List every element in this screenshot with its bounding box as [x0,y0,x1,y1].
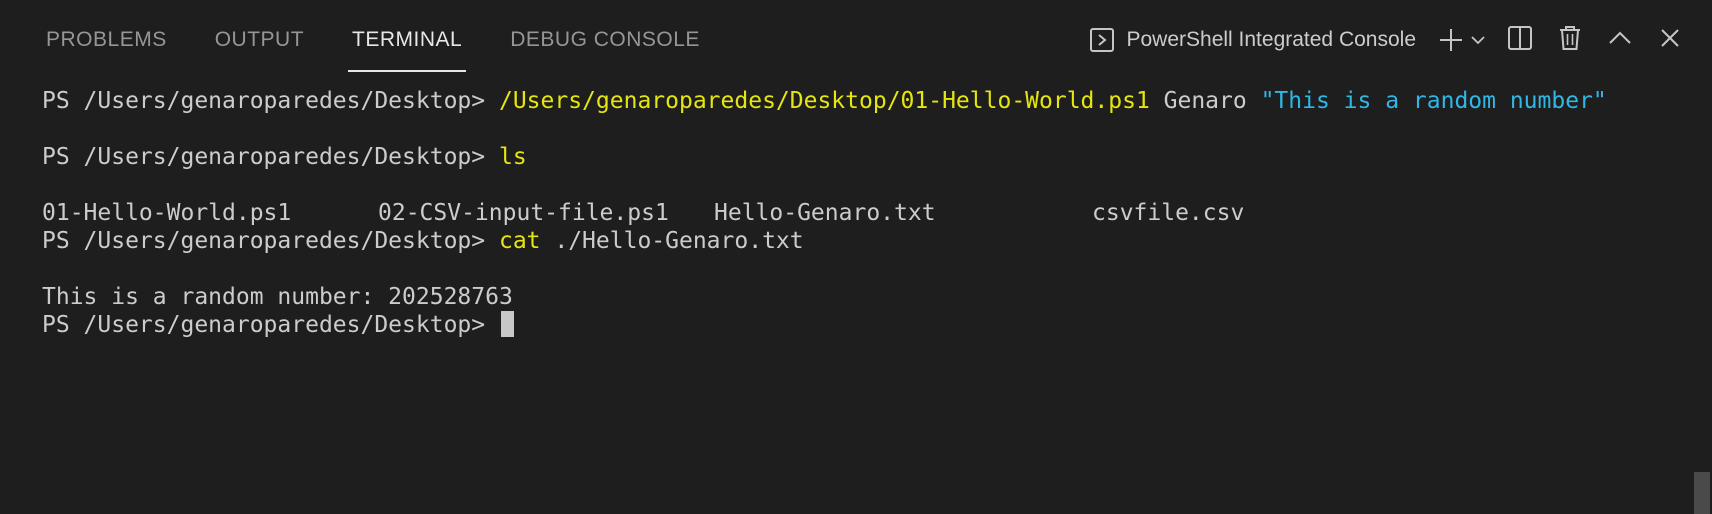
terminal-name: PowerShell Integrated Console [1126,28,1416,51]
terminal-line: PS /Users/genaroparedes/Desktop> [42,311,1682,339]
panel-header: PROBLEMS OUTPUT TERMINAL DEBUG CONSOLE P… [0,0,1712,80]
panel-actions: PowerShell Integrated Console [1090,0,1712,80]
split-terminal-button[interactable] [1500,20,1540,60]
string-argument: "This is a random number" [1260,88,1607,114]
tab-terminal[interactable]: TERMINAL [348,0,467,80]
new-terminal-button[interactable] [1436,20,1490,60]
chevron-up-icon [1608,31,1632,50]
file-entry: 02-CSV-input-file.ps1 [378,200,669,226]
command-output: This is a random number: 202528763 [42,284,513,310]
terminal-line: PS /Users/genaroparedes/Desktop> cat ./H… [42,227,1682,255]
terminal-icon [1090,28,1115,52]
terminal-scrollbar[interactable] [1692,80,1712,514]
command-text: /Users/genaroparedes/Desktop/01-Hello-Wo… [498,88,1150,114]
terminal-line: PS /Users/genaroparedes/Desktop> ls [42,143,1682,171]
maximize-panel-button[interactable] [1600,20,1640,60]
command-argument: ./Hello-Genaro.txt [540,228,804,254]
prompt: PS /Users/genaroparedes/Desktop> [42,88,499,114]
tab-problems[interactable]: PROBLEMS [46,0,167,80]
prompt: PS /Users/genaroparedes/Desktop> [42,312,499,338]
kill-terminal-button[interactable] [1550,20,1590,60]
command-text: ls [498,144,527,170]
terminal-panel: PROBLEMS OUTPUT TERMINAL DEBUG CONSOLE P… [0,0,1712,514]
ls-output-row: 01-Hello-World.ps1 02-CSV-input-file.ps1… [42,199,1682,227]
text-cursor [500,311,514,337]
plus-icon [1436,20,1466,60]
chevron-down-icon[interactable] [1466,20,1490,60]
terminal-selector[interactable]: PowerShell Integrated Console [1090,20,1416,60]
close-panel-button[interactable] [1650,20,1690,60]
file-entry: Hello-Genaro.txt [714,200,936,226]
command-text: cat [498,228,541,254]
close-icon [1660,28,1680,53]
command-argument: Genaro [1149,88,1261,114]
trash-icon [1558,25,1582,56]
terminal-output[interactable]: PS /Users/genaroparedes/Desktop> /Users/… [42,87,1682,339]
terminal-line: PS /Users/genaroparedes/Desktop> /Users/… [42,87,1682,115]
split-icon [1507,25,1533,56]
prompt: PS /Users/genaroparedes/Desktop> [42,144,499,170]
file-entry: csvfile.csv [1092,200,1245,226]
tab-output[interactable]: OUTPUT [215,0,304,80]
panel-tabs: PROBLEMS OUTPUT TERMINAL DEBUG CONSOLE [46,0,748,80]
prompt: PS /Users/genaroparedes/Desktop> [42,228,499,254]
tab-debug-console[interactable]: DEBUG CONSOLE [510,0,700,80]
file-entry: 01-Hello-World.ps1 [42,200,292,226]
scrollbar-thumb[interactable] [1694,472,1710,514]
